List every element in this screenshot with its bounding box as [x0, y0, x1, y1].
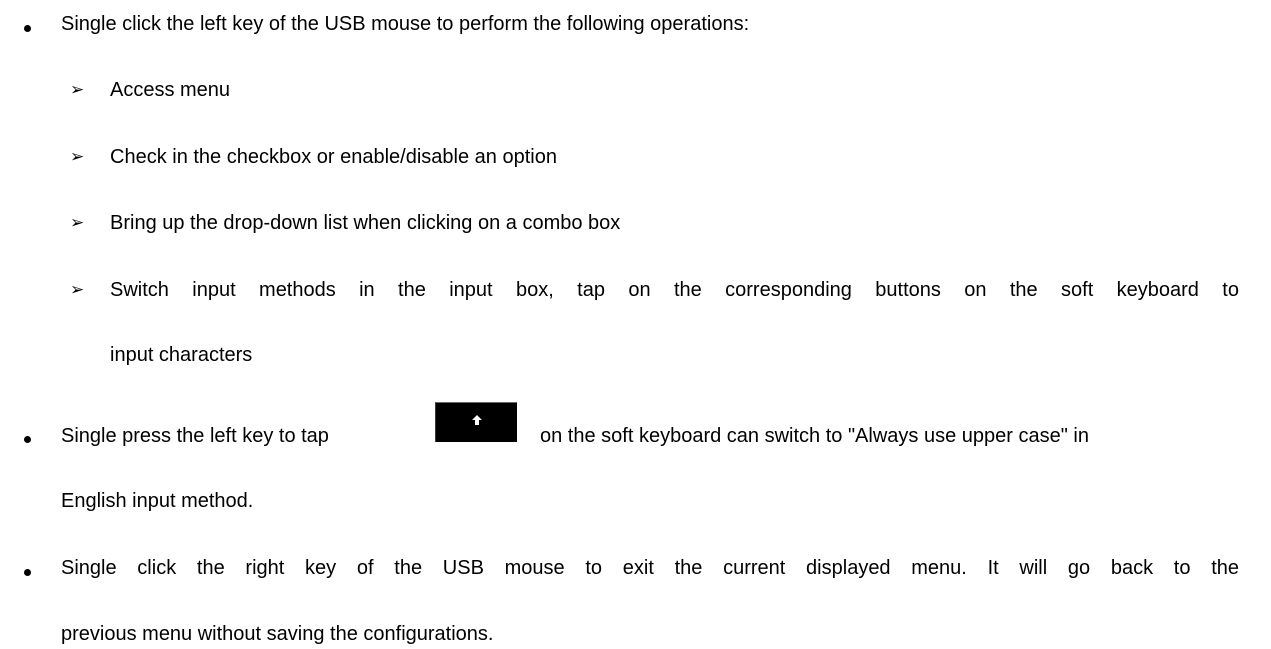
document-page: Single click the left key of the USB mou…: [0, 0, 1271, 649]
bullet-3-text-line2: previous menu without saving the configu…: [61, 623, 494, 645]
bullet-2-continuation: English input method.: [61, 490, 254, 512]
arrow-bullet-icon: ➢: [70, 213, 85, 233]
subitem-4-continuation: input characters: [110, 344, 253, 366]
shift-key-icon: [435, 402, 517, 442]
subitem-3-text: Bring up the drop-down list when clickin…: [110, 212, 621, 234]
up-arrow-icon: [472, 415, 482, 425]
bullet-2-text-after: on the soft keyboard can switch to "Alwa…: [540, 425, 1089, 447]
subitem-4-text: Switch input methods in the input box, t…: [110, 279, 1239, 301]
bullet-1-text: Single click the left key of the USB mou…: [61, 13, 750, 35]
bullet-3-text-line1: Single click the right key of the USB mo…: [61, 557, 1239, 579]
bullet-2-text-before: Single press the left key to tap: [61, 425, 329, 447]
arrow-bullet-icon: ➢: [70, 280, 85, 300]
arrow-bullet-icon: ➢: [70, 80, 85, 100]
arrow-bullet-icon: ➢: [70, 147, 85, 167]
bullet-3-marker: [24, 569, 31, 576]
bullet-2-marker: [24, 436, 31, 443]
subitem-2-text: Check in the checkbox or enable/disable …: [110, 146, 557, 168]
subitem-1-text: Access menu: [110, 79, 231, 101]
bullet-1-marker: [24, 25, 31, 32]
